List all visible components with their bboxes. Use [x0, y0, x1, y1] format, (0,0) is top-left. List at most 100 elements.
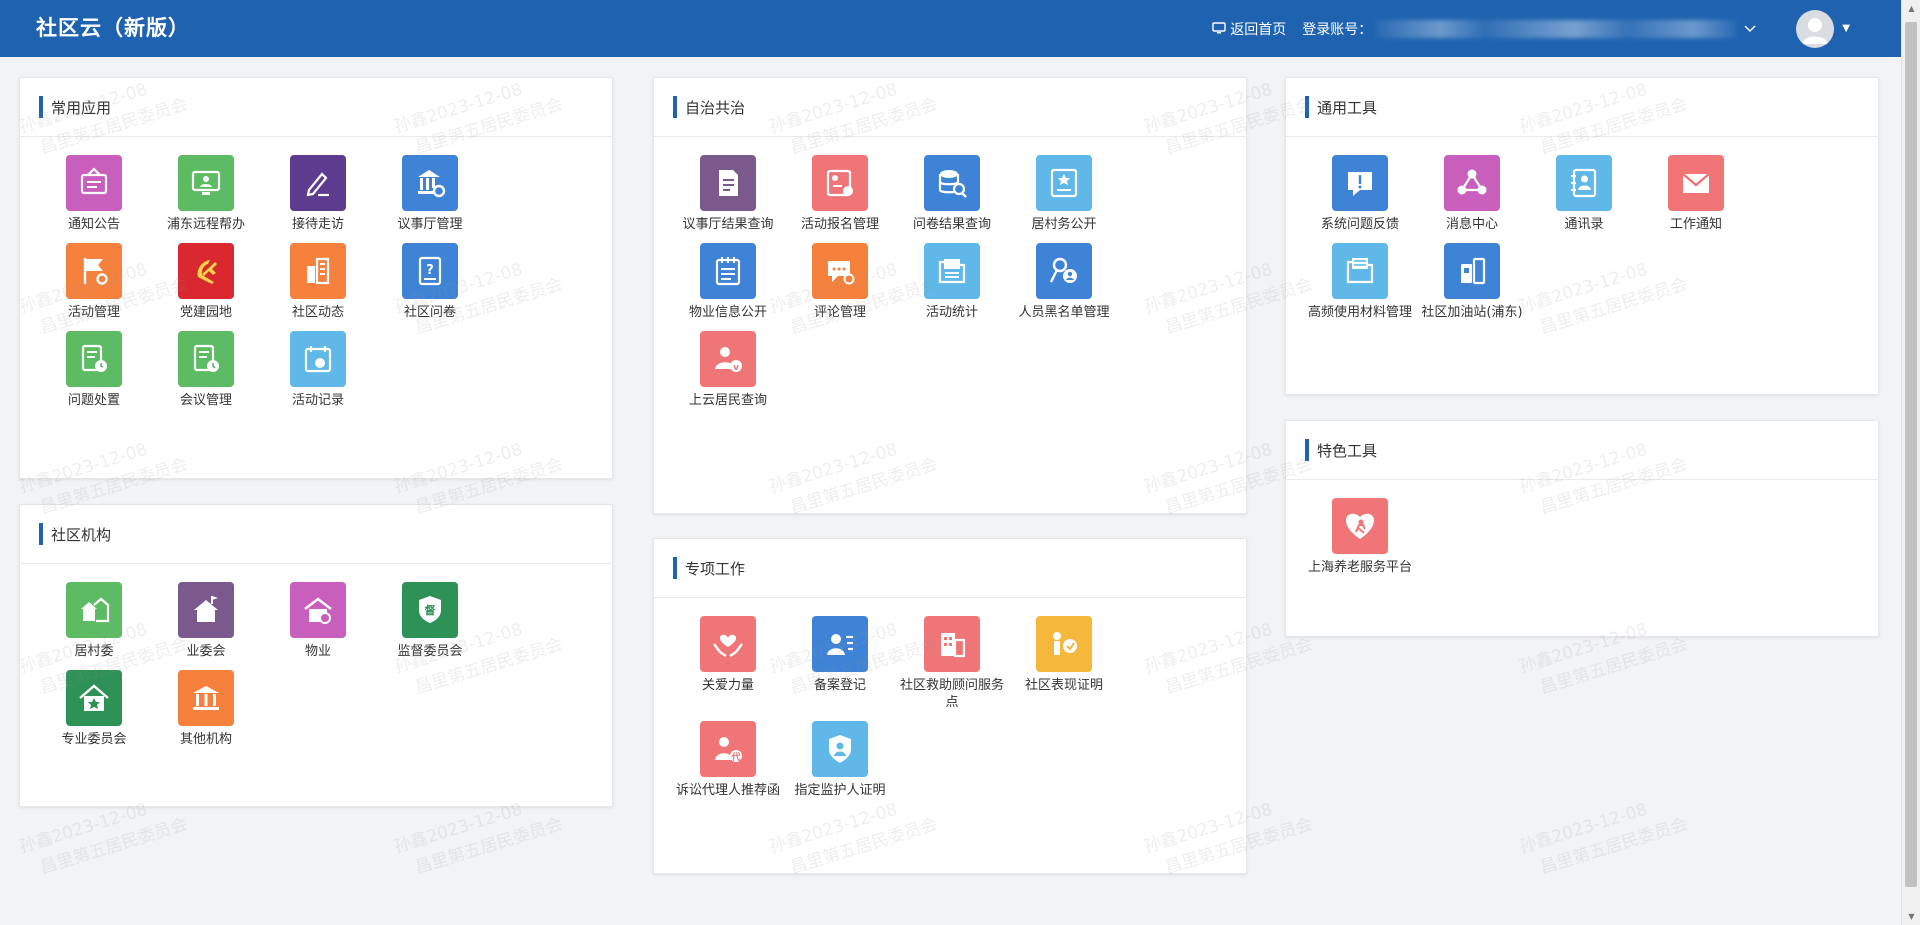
app-tile-station[interactable]: 社区加油站(浦东): [1416, 243, 1528, 321]
app-tile-property-notepad[interactable]: 物业信息公开: [672, 243, 784, 321]
contacts-icon: [1556, 155, 1612, 211]
home-link-label: 返回首页: [1230, 21, 1287, 38]
chevron-down-icon[interactable]: [1744, 21, 1756, 37]
app-tile-label: 浦东远程帮办: [166, 217, 245, 232]
avatar[interactable]: [1796, 9, 1835, 48]
scrollbar-thumb[interactable]: [1905, 22, 1917, 887]
app-grid: 议事厅结果查询 活动报名管理 问卷结果查询 居村务公开物业信息公开 评论管理 活动统计 人员…: [654, 155, 1246, 409]
app-tile-service-building[interactable]: 社区救助顾问服务点: [896, 616, 1008, 711]
app-tile-person-verify[interactable]: v 上云居民查询: [672, 331, 784, 409]
house-flag-icon: [178, 582, 234, 638]
app-tile-label: 备案登记: [813, 678, 866, 693]
app-tile-mail[interactable]: 工作通知: [1640, 155, 1752, 233]
svg-text:v: v: [733, 363, 739, 373]
app-tile-certificate-person[interactable]: 社区表现证明: [1008, 616, 1120, 711]
app-tile-key-person[interactable]: 人员黑名单管理: [1008, 243, 1120, 321]
app-tile-label: 指定监护人证明: [794, 783, 886, 798]
certificate-person-icon: [1036, 616, 1092, 672]
panel-header: 社区机构: [20, 505, 612, 564]
watermark-line: 昌里第五居民委员会: [1537, 634, 1691, 699]
app-tile-label: 评论管理: [813, 305, 866, 320]
feedback-icon: [1332, 155, 1388, 211]
watermark-line: 孙鑫2023-12-08: [1516, 799, 1650, 858]
app-tile-label: 业委会: [186, 644, 226, 659]
app-tile-label: 系统问题反馈: [1320, 217, 1399, 232]
top-right-area: 返回首页 登录账号： ▼: [1212, 0, 1850, 57]
app-tile-comment-gear[interactable]: 评论管理: [784, 243, 896, 321]
app-tile-meeting-doc[interactable]: 会议管理: [150, 331, 262, 409]
app-tile-doc-clock[interactable]: 问题处置: [38, 331, 150, 409]
panel-title: 特色工具: [1317, 441, 1378, 460]
party-emblem-icon: [178, 243, 234, 299]
service-building-icon: [924, 616, 980, 672]
panel-title: 专项工作: [685, 559, 746, 578]
app-tile-person-card[interactable]: 备案登记: [784, 616, 896, 711]
home-link[interactable]: 返回首页: [1212, 19, 1286, 39]
database-search-icon: [924, 155, 980, 211]
accent-bar: [1305, 439, 1309, 461]
app-tile-property-house[interactable]: 物业: [262, 582, 374, 660]
monitor-icon: [1212, 22, 1226, 34]
app-tile-signup[interactable]: 活动报名管理: [784, 155, 896, 233]
app-tile-calendar-record[interactable]: 活动记录: [262, 331, 374, 409]
app-tile-guardian-shield[interactable]: 指定监护人证明: [784, 721, 896, 799]
account-value-redacted: [1376, 19, 1737, 38]
app-tile-hall-gear[interactable]: 议事厅管理: [374, 155, 486, 233]
person-verify-icon: v: [700, 331, 756, 387]
app-tile-pen-edit[interactable]: 接待走访: [262, 155, 374, 233]
app-tile-notice[interactable]: 通知公告: [38, 155, 150, 233]
app-tile-feedback[interactable]: 系统问题反馈: [1304, 155, 1416, 233]
watermark-text: 孙鑫2023-12-08昌里第五居民委员会: [1516, 787, 1691, 886]
house-star-icon: [66, 670, 122, 726]
app-tile-label: 社区表现证明: [1024, 678, 1103, 693]
app-tile-buildings[interactable]: 社区动态: [262, 243, 374, 321]
message-network-icon: [1444, 155, 1500, 211]
app-tile-questionnaire[interactable]: ? 社区问卷: [374, 243, 486, 321]
app-tile-village[interactable]: 居村委: [38, 582, 150, 660]
institution-icon: [178, 670, 234, 726]
app-tile-label: 接待走访: [291, 217, 344, 232]
app-tile-label: 工作通知: [1669, 217, 1722, 232]
panel-header: 常用应用: [20, 78, 612, 137]
notice-icon: [66, 155, 122, 211]
app-tile-doc-list[interactable]: 议事厅结果查询: [672, 155, 784, 233]
station-icon: [1444, 243, 1500, 299]
app-tile-label: 议事厅管理: [397, 217, 463, 232]
panel-header: 专项工作: [654, 539, 1246, 598]
app-tile-label: 议事厅结果查询: [682, 217, 774, 232]
app-tile-label: 社区动态: [291, 305, 344, 320]
app-tile-institution[interactable]: 其他机构: [150, 670, 262, 748]
village-icon: [66, 582, 122, 638]
app-tile-label: 关爱力量: [701, 678, 754, 693]
app-tile-elder-care-heart[interactable]: 上海养老服务平台: [1304, 498, 1416, 576]
app-tile-party-emblem[interactable]: 党建园地: [150, 243, 262, 321]
app-tile-label: 物业: [304, 644, 331, 659]
app-tile-database-search[interactable]: 问卷结果查询: [896, 155, 1008, 233]
hall-gear-icon: [402, 155, 458, 211]
user-menu-caret-icon[interactable]: ▼: [1842, 23, 1850, 34]
elder-care-heart-icon: [1332, 498, 1388, 554]
app-tile-remote-desk[interactable]: 浦东远程帮办: [150, 155, 262, 233]
signup-icon: [812, 155, 868, 211]
key-person-icon: [1036, 243, 1092, 299]
scroll-up-icon[interactable]: ▲: [1902, 4, 1920, 13]
app-tile-label: 高频使用材料管理: [1308, 305, 1413, 320]
app-tile-message-network[interactable]: 消息中心: [1416, 155, 1528, 233]
app-tile-contacts[interactable]: 通讯录: [1528, 155, 1640, 233]
panel-common-apps: 常用应用 通知公告 浦东远程帮办 接待走访 议事厅管理活动管理 党建园地 社区动态 ? 社区问…: [19, 77, 613, 479]
vertical-scrollbar[interactable]: ▲ ▼: [1901, 0, 1920, 925]
svg-text:督: 督: [425, 603, 436, 617]
app-tile-agent-person[interactable]: 代诉讼代理人推荐函: [672, 721, 784, 799]
panel-special-work: 专项工作 关爱力量 备案登记 社区救助顾问服务点 社区表现证明代诉讼代理人推荐函 指定监…: [653, 538, 1247, 874]
flag-gear-icon: [66, 243, 122, 299]
app-tile-house-flag[interactable]: 业委会: [150, 582, 262, 660]
app-tile-supervise-shield[interactable]: 督监督委员会: [374, 582, 486, 660]
app-tile-bulletin-star[interactable]: 居村务公开: [1008, 155, 1120, 233]
app-tile-house-star[interactable]: 专业委员会: [38, 670, 150, 748]
app-tile-flag-gear[interactable]: 活动管理: [38, 243, 150, 321]
app-tile-hands-heart[interactable]: 关爱力量: [672, 616, 784, 711]
scroll-down-icon[interactable]: ▼: [1902, 912, 1920, 921]
svg-text:?: ?: [426, 263, 434, 278]
app-tile-folder-stats[interactable]: 活动统计: [896, 243, 1008, 321]
app-tile-files[interactable]: 高频使用材料管理: [1304, 243, 1416, 321]
